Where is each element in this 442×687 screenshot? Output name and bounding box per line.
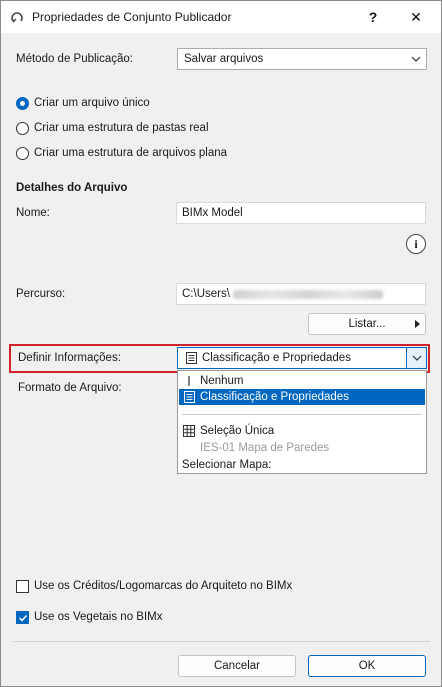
footer-divider xyxy=(13,641,430,642)
chevron-down-icon xyxy=(406,348,426,368)
dialog-window: Propriedades de Conjunto Publicador ? ✕ … xyxy=(0,0,442,687)
dropdown-separator xyxy=(182,414,422,415)
credits-label: Use os Créditos/Logomarcas do Arquiteto … xyxy=(34,580,293,592)
publish-method-value: Salvar arquivos xyxy=(184,53,264,65)
redacted-path xyxy=(232,289,383,299)
publish-method-select[interactable]: Salvar arquivos xyxy=(177,48,427,70)
app-icon xyxy=(11,12,23,23)
name-label: Nome: xyxy=(16,207,50,219)
credits-checkbox[interactable] xyxy=(16,580,29,593)
dropdown-item-label: Nenhum xyxy=(200,375,244,387)
define-info-select[interactable]: Classificação e Propriedades xyxy=(177,347,427,369)
checkmark-icon xyxy=(18,614,28,622)
vegetation-checkbox[interactable] xyxy=(16,611,29,624)
help-button[interactable]: ? xyxy=(353,1,393,33)
dropdown-item-label: Seleção Única xyxy=(200,425,275,437)
close-button[interactable]: ✕ xyxy=(396,1,436,33)
ok-button-label: OK xyxy=(358,660,376,672)
radio-label: Criar uma estrutura de arquivos plana xyxy=(34,147,228,159)
dropdown-item-label: Selecionar Mapa: xyxy=(182,459,272,471)
close-icon: ✕ xyxy=(410,8,422,25)
list-button[interactable]: Listar... xyxy=(308,313,426,335)
radio-button[interactable] xyxy=(16,147,29,160)
window-title: Propriedades de Conjunto Publicador xyxy=(32,10,232,24)
list-button-label: Listar... xyxy=(348,318,386,330)
dropdown-item-classification[interactable]: Classificação e Propriedades xyxy=(179,389,425,405)
radio-button[interactable] xyxy=(16,97,29,110)
vegetation-label: Use os Vegetais no BIMx xyxy=(34,611,163,623)
dropdown-item-select-map[interactable]: Selecionar Mapa: xyxy=(179,457,425,473)
table-icon xyxy=(182,425,196,437)
file-details-heading: Detalhes do Arquivo xyxy=(16,182,128,194)
name-field[interactable]: BIMx Model xyxy=(176,202,426,224)
define-info-label: Definir Informações: xyxy=(18,352,121,364)
file-format-label: Formato de Arquivo: xyxy=(18,382,122,394)
title-bar: Propriedades de Conjunto Publicador ? ✕ xyxy=(1,1,441,33)
path-field[interactable]: C:\Users\ xyxy=(176,283,426,305)
info-button[interactable]: i xyxy=(406,234,426,254)
i-beam-icon xyxy=(182,376,196,386)
dropdown-item-single-selection[interactable]: Seleção Única xyxy=(179,423,425,439)
info-icon: i xyxy=(414,236,418,251)
triangle-right-icon xyxy=(415,320,420,328)
publish-method-label: Método de Publicação: xyxy=(16,53,133,65)
document-icon xyxy=(184,352,198,364)
path-value: C:\Users\ xyxy=(182,288,230,300)
dropdown-item-label: Classificação e Propriedades xyxy=(200,391,349,403)
ok-button[interactable]: OK xyxy=(308,655,426,677)
dropdown-item-wall-map: IES-01 Mapa de Paredes xyxy=(179,440,425,456)
cancel-button[interactable]: Cancelar xyxy=(178,655,296,677)
document-icon xyxy=(182,391,196,403)
dropdown-item-label: IES-01 Mapa de Paredes xyxy=(200,442,330,454)
define-info-value: Classificação e Propriedades xyxy=(202,352,351,364)
radio-button[interactable] xyxy=(16,122,29,135)
cancel-button-label: Cancelar xyxy=(213,660,261,672)
radio-label: Criar um arquivo único xyxy=(34,97,150,109)
radio-label: Criar uma estrutura de pastas real xyxy=(34,122,209,134)
path-label: Percurso: xyxy=(16,288,66,300)
name-value: BIMx Model xyxy=(182,207,243,219)
dropdown-item-none[interactable]: Nenhum xyxy=(179,373,425,389)
define-info-dropdown: Nenhum Classificação e Propriedades Sele… xyxy=(177,370,427,474)
chevron-down-icon xyxy=(406,49,426,69)
